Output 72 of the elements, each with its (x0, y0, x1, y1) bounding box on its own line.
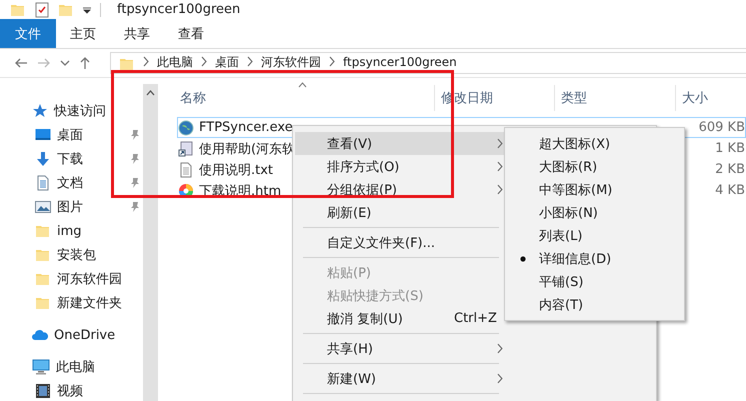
ribbon-tab[interactable]: 查看 (164, 19, 218, 48)
chevron-right-icon (246, 56, 254, 67)
file-name: FTPSyncer.exe (199, 120, 293, 135)
menu-item[interactable]: 列表(L) (507, 224, 682, 247)
menu-item[interactable]: 自定义文件夹(F)... (295, 231, 504, 254)
menu-item[interactable]: 查看(V) (295, 132, 504, 155)
breadcrumb[interactable]: 河东软件园 (261, 55, 321, 70)
globe-icon (178, 120, 194, 136)
scroll-up-icon[interactable] (146, 90, 155, 96)
cloud-icon (32, 327, 48, 343)
chevron-right-icon (142, 56, 150, 67)
desktop-icon (35, 127, 51, 143)
column-header[interactable]: 大小 (675, 85, 746, 111)
shortcut-icon (178, 140, 194, 156)
scrollbar[interactable] (143, 84, 158, 401)
computer-icon (32, 359, 50, 375)
file-name: 使用说明.txt (199, 162, 274, 178)
breadcrumb[interactable]: 桌面 (215, 55, 239, 70)
file-size: 1 KB (715, 141, 745, 156)
back-arrow-icon[interactable] (14, 57, 28, 69)
menu-item[interactable]: 内容(T) (507, 293, 682, 316)
folder-icon (35, 271, 51, 287)
window-title: ftpsyncer100green (117, 2, 240, 17)
nav-item[interactable]: img (57, 224, 143, 238)
file-size: 4 KB (715, 183, 745, 198)
nav-item[interactable]: 桌面 (57, 126, 124, 144)
menu-item[interactable]: 平铺(S) (507, 270, 682, 293)
folder-icon (35, 223, 51, 239)
file-size: 2 KB (715, 162, 745, 177)
address-bar[interactable]: 此电脑 桌面 河东软件园 ftpsyncer100green (110, 52, 746, 74)
menu-item[interactable]: 排序方式(O) (295, 155, 504, 178)
nav-item[interactable]: 此电脑 (56, 358, 143, 376)
folder-icon (35, 295, 51, 311)
text-file-icon (178, 162, 194, 178)
nav-item[interactable]: 图片 (57, 198, 124, 216)
nav-item[interactable]: 视频 (57, 382, 143, 400)
file-tab[interactable]: 文件 (0, 19, 56, 48)
column-header[interactable]: 类型 (554, 85, 675, 111)
nav-item[interactable]: 河东软件园 (57, 270, 143, 288)
column-header[interactable]: 名称 (158, 85, 434, 111)
menu-item[interactable]: 详细信息(D) (507, 247, 682, 270)
nav-item[interactable]: 文档 (57, 174, 124, 192)
ribbon-tab[interactable]: 共享 (110, 19, 164, 48)
breadcrumb[interactable]: 此电脑 (157, 55, 193, 70)
file-size: 609 KB (698, 120, 745, 135)
properties-icon (34, 2, 50, 18)
menu-item[interactable]: 大图标(R) (507, 155, 682, 178)
nav-item[interactable]: OneDrive (54, 328, 143, 342)
dropdown-icon[interactable] (82, 4, 92, 14)
star-icon (32, 103, 48, 119)
chevron-right-icon (200, 56, 208, 67)
menu-item[interactable]: 刷新(E) (295, 201, 504, 224)
menu-item[interactable]: 中等图标(M) (507, 178, 682, 201)
menu-item[interactable]: 小图标(N) (507, 201, 682, 224)
document-icon (35, 175, 51, 191)
download-arrow-icon (35, 151, 51, 167)
up-arrow-icon[interactable] (79, 56, 91, 70)
folder-icon (119, 56, 135, 72)
nav-item[interactable]: 下载 (57, 150, 124, 168)
menu-item[interactable]: 撤消 复制(U) Ctrl+Z (295, 307, 504, 330)
picture-icon (35, 199, 51, 215)
folder-icon (35, 247, 51, 263)
nav-item[interactable]: 快速访问 (54, 102, 143, 120)
menu-item[interactable]: 分组依据(P) (295, 178, 504, 201)
nav-item[interactable]: 新建文件夹 (57, 294, 143, 312)
breadcrumb[interactable]: ftpsyncer100green (343, 55, 457, 70)
menu-item[interactable]: 共享(H) (295, 337, 504, 360)
menu-item[interactable]: 新建(W) (295, 367, 504, 390)
nav-item[interactable]: 安装包 (57, 246, 143, 264)
chevron-right-icon (328, 56, 336, 67)
ribbon-tab[interactable]: 主页 (56, 19, 110, 48)
film-icon (35, 383, 51, 399)
